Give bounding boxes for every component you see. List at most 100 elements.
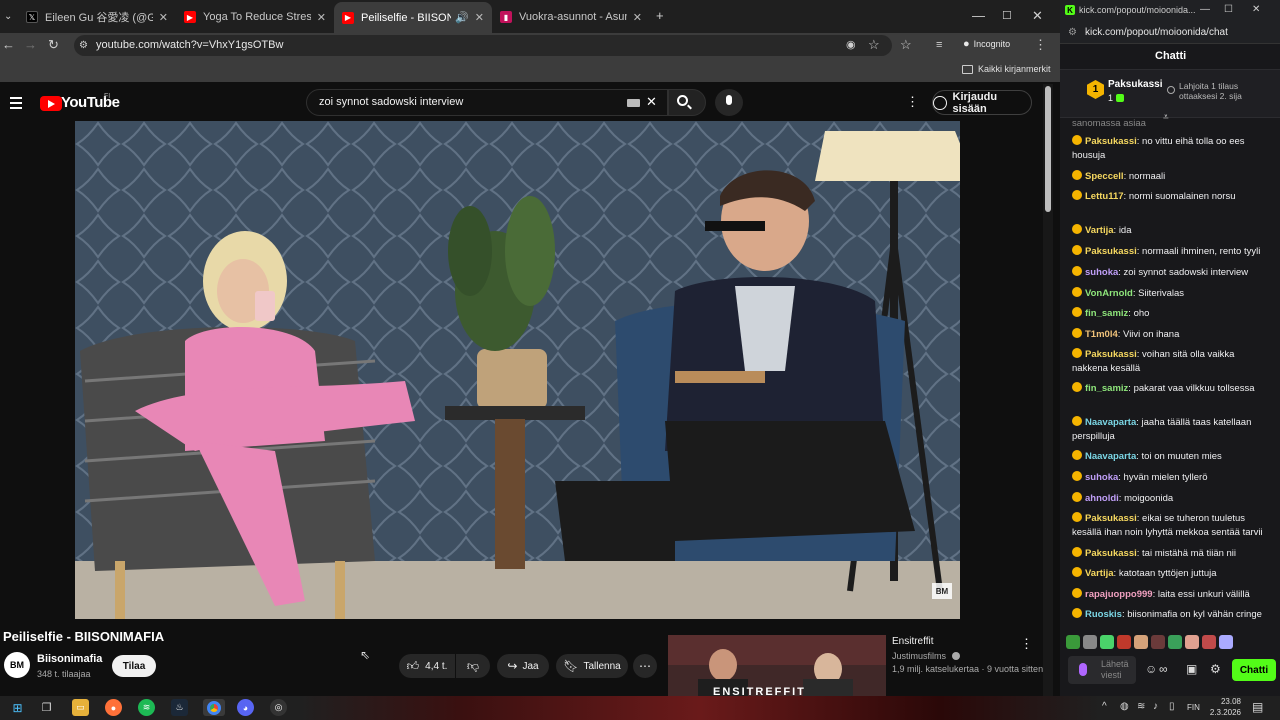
spotify-icon[interactable]: ≋ <box>138 699 155 716</box>
store-icon[interactable]: ▣ <box>1186 662 1197 676</box>
wifi-icon[interactable]: ≋ <box>1137 701 1145 712</box>
obs-icon[interactable]: ◎ <box>270 699 287 716</box>
chat-username[interactable]: Paksukassi <box>1085 246 1137 257</box>
hamburger-menu-icon[interactable] <box>10 97 22 109</box>
tray-chevron-icon[interactable]: ^ <box>1102 701 1107 712</box>
new-tab-button[interactable]: + <box>656 9 664 23</box>
forward-icon[interactable]: → <box>24 38 37 52</box>
emote-icon[interactable] <box>1185 635 1199 649</box>
minimize-icon[interactable]: — <box>972 9 985 23</box>
microphone-icon[interactable] <box>1079 663 1087 676</box>
scrollbar-thumb[interactable] <box>1045 86 1051 212</box>
channel-name[interactable]: Biisonimafia <box>37 653 102 665</box>
close-icon[interactable]: ✕ <box>633 11 642 24</box>
menu-dots-icon[interactable]: ⋮ <box>1034 38 1047 52</box>
recommended-title[interactable]: Ensitreffit <box>892 636 934 647</box>
chat-username[interactable]: suhoka <box>1085 267 1118 278</box>
tab-peiliselfie[interactable]: ▶ Peiliselfie - BIISONIMAFIA - YouTube 🔊… <box>334 2 492 33</box>
clear-search-icon[interactable]: ✕ <box>646 95 657 109</box>
url-text[interactable]: youtube.com/watch?v=VhxY1gsOTBw <box>96 39 283 51</box>
emote-icon[interactable] <box>1100 635 1114 649</box>
close-icon[interactable]: ✕ <box>475 11 484 24</box>
send-chat-button[interactable]: Chatti <box>1232 659 1276 681</box>
chat-username[interactable]: Vartija <box>1085 225 1114 236</box>
top-gifter-name[interactable]: Paksukassi <box>1108 79 1163 90</box>
recommended-channel[interactable]: Justimusfilms <box>892 651 960 661</box>
speaker-icon[interactable]: 🔊 <box>455 11 469 24</box>
reload-icon[interactable]: ↻ <box>48 38 59 52</box>
emote-picker-icon[interactable]: ☺ <box>1145 662 1157 676</box>
recommended-thumbnail[interactable]: ENSITREFFIT <box>668 635 886 696</box>
bookmarks-icon[interactable]: ☆ <box>900 38 912 52</box>
gear-icon[interactable]: ⚙ <box>1210 662 1221 676</box>
volume-icon[interactable]: ♪ <box>1153 701 1158 712</box>
window-close-icon[interactable]: ✕ <box>1252 3 1260 17</box>
reading-list-icon[interactable]: ≡ <box>936 38 942 52</box>
chat-username[interactable]: T1m0l4 <box>1085 329 1118 340</box>
chat-username[interactable]: Paksukassi <box>1085 548 1137 559</box>
site-info-icon[interactable]: ⚙ <box>1068 27 1077 38</box>
notifications-icon[interactable]: ▤ <box>1252 700 1263 714</box>
channel-avatar[interactable]: BM <box>4 652 30 678</box>
more-actions-button[interactable]: ⋯ <box>633 654 657 678</box>
share-button[interactable]: ↪ Jaa <box>497 654 549 678</box>
clock-time[interactable]: 23.08 <box>1211 697 1241 706</box>
eye-off-icon[interactable]: ◉ <box>846 38 856 52</box>
chat-url[interactable]: kick.com/popout/moioonida/chat <box>1085 27 1228 38</box>
chat-username[interactable]: fin_samiz <box>1085 308 1128 319</box>
keyboard-icon[interactable] <box>627 99 640 107</box>
chat-username[interactable]: Naavaparta <box>1085 451 1136 462</box>
site-info-icon[interactable]: ⚙ <box>79 39 88 53</box>
chat-username[interactable]: fin_samiz <box>1085 383 1128 394</box>
windows-start-icon[interactable]: ⊞ <box>9 699 26 716</box>
language-indicator[interactable]: FIN <box>1187 703 1200 712</box>
close-icon[interactable]: ✕ <box>317 11 326 24</box>
maximize-icon[interactable]: ☐ <box>1002 9 1012 23</box>
emote-icon[interactable] <box>1117 635 1131 649</box>
chrome-icon[interactable] <box>203 699 225 716</box>
chat-username[interactable]: suhoka <box>1085 472 1118 483</box>
chat-username[interactable]: ahnoldi <box>1085 493 1119 504</box>
gift-promo-text[interactable]: Lahjoita 1 tilaus ottaaksesi 2. sija <box>1179 81 1249 101</box>
settings-dots-icon[interactable]: ⋮ <box>906 95 919 109</box>
tab-yoga[interactable]: ▶ Yoga To Reduce Stress | 30 Minute ✕ <box>176 4 334 30</box>
chat-username[interactable]: Paksukassi <box>1085 513 1137 524</box>
back-icon[interactable]: ← <box>2 38 15 52</box>
recommended-menu-icon[interactable]: ⋮ <box>1020 637 1033 651</box>
chat-username[interactable]: Vartija <box>1085 568 1114 579</box>
video-player[interactable]: BM <box>75 121 960 619</box>
dislike-button[interactable]: 👎︎ <box>456 654 490 678</box>
emote-icon[interactable] <box>1066 635 1080 649</box>
tab-search-icon[interactable]: ⌄ <box>4 10 12 24</box>
clock-date[interactable]: 2.3.2026 <box>1207 708 1241 717</box>
close-icon[interactable]: ✕ <box>159 11 168 24</box>
emote-icon[interactable] <box>1083 635 1097 649</box>
chat-username[interactable]: Ruoskis <box>1085 609 1122 620</box>
emote-icon[interactable] <box>1134 635 1148 649</box>
firefox-icon[interactable]: ● <box>105 699 122 716</box>
chat-username[interactable]: Lettu117 <box>1085 191 1124 202</box>
signin-button[interactable]: Kirjaudu sisään <box>932 90 1032 115</box>
chat-username[interactable]: Paksukassi <box>1085 136 1137 147</box>
chat-username[interactable]: Paksukassi <box>1085 349 1137 360</box>
window-close-icon[interactable]: ✕ <box>1032 9 1043 23</box>
battery-icon[interactable]: ▯ <box>1169 701 1175 712</box>
task-view-icon[interactable]: ❐ <box>38 699 55 716</box>
minimize-icon[interactable]: — <box>1200 3 1210 17</box>
chat-username[interactable]: Speccell <box>1085 171 1124 182</box>
tab-eileen[interactable]: 𝕏 Eileen Gu 谷愛凌 (@GoEileenGu) ✕ <box>18 4 176 30</box>
like-button[interactable]: 👍︎ 4,4 t. <box>399 654 455 678</box>
save-button[interactable]: 🔖︎ Tallenna <box>556 654 628 678</box>
emote-icon[interactable] <box>1151 635 1165 649</box>
file-explorer-icon[interactable]: ▭ <box>72 699 89 716</box>
subscribe-button[interactable]: Tilaa <box>112 655 156 677</box>
chat-username[interactable]: VonArnold <box>1085 288 1133 299</box>
all-bookmarks-button[interactable]: Kaikki kirjanmerkit <box>962 64 1051 74</box>
emote-icon[interactable] <box>1202 635 1216 649</box>
chat-username[interactable]: rapajuoppo999 <box>1085 589 1153 600</box>
emote-icon[interactable] <box>1168 635 1182 649</box>
tab-vuokra[interactable]: ▮ Vuokra-asunnot - Asuntohaku ✕ <box>492 4 650 30</box>
emote-icon[interactable] <box>1219 635 1233 649</box>
chat-username[interactable]: Naavaparta <box>1085 417 1136 428</box>
steam-icon[interactable]: ♨ <box>171 699 188 716</box>
